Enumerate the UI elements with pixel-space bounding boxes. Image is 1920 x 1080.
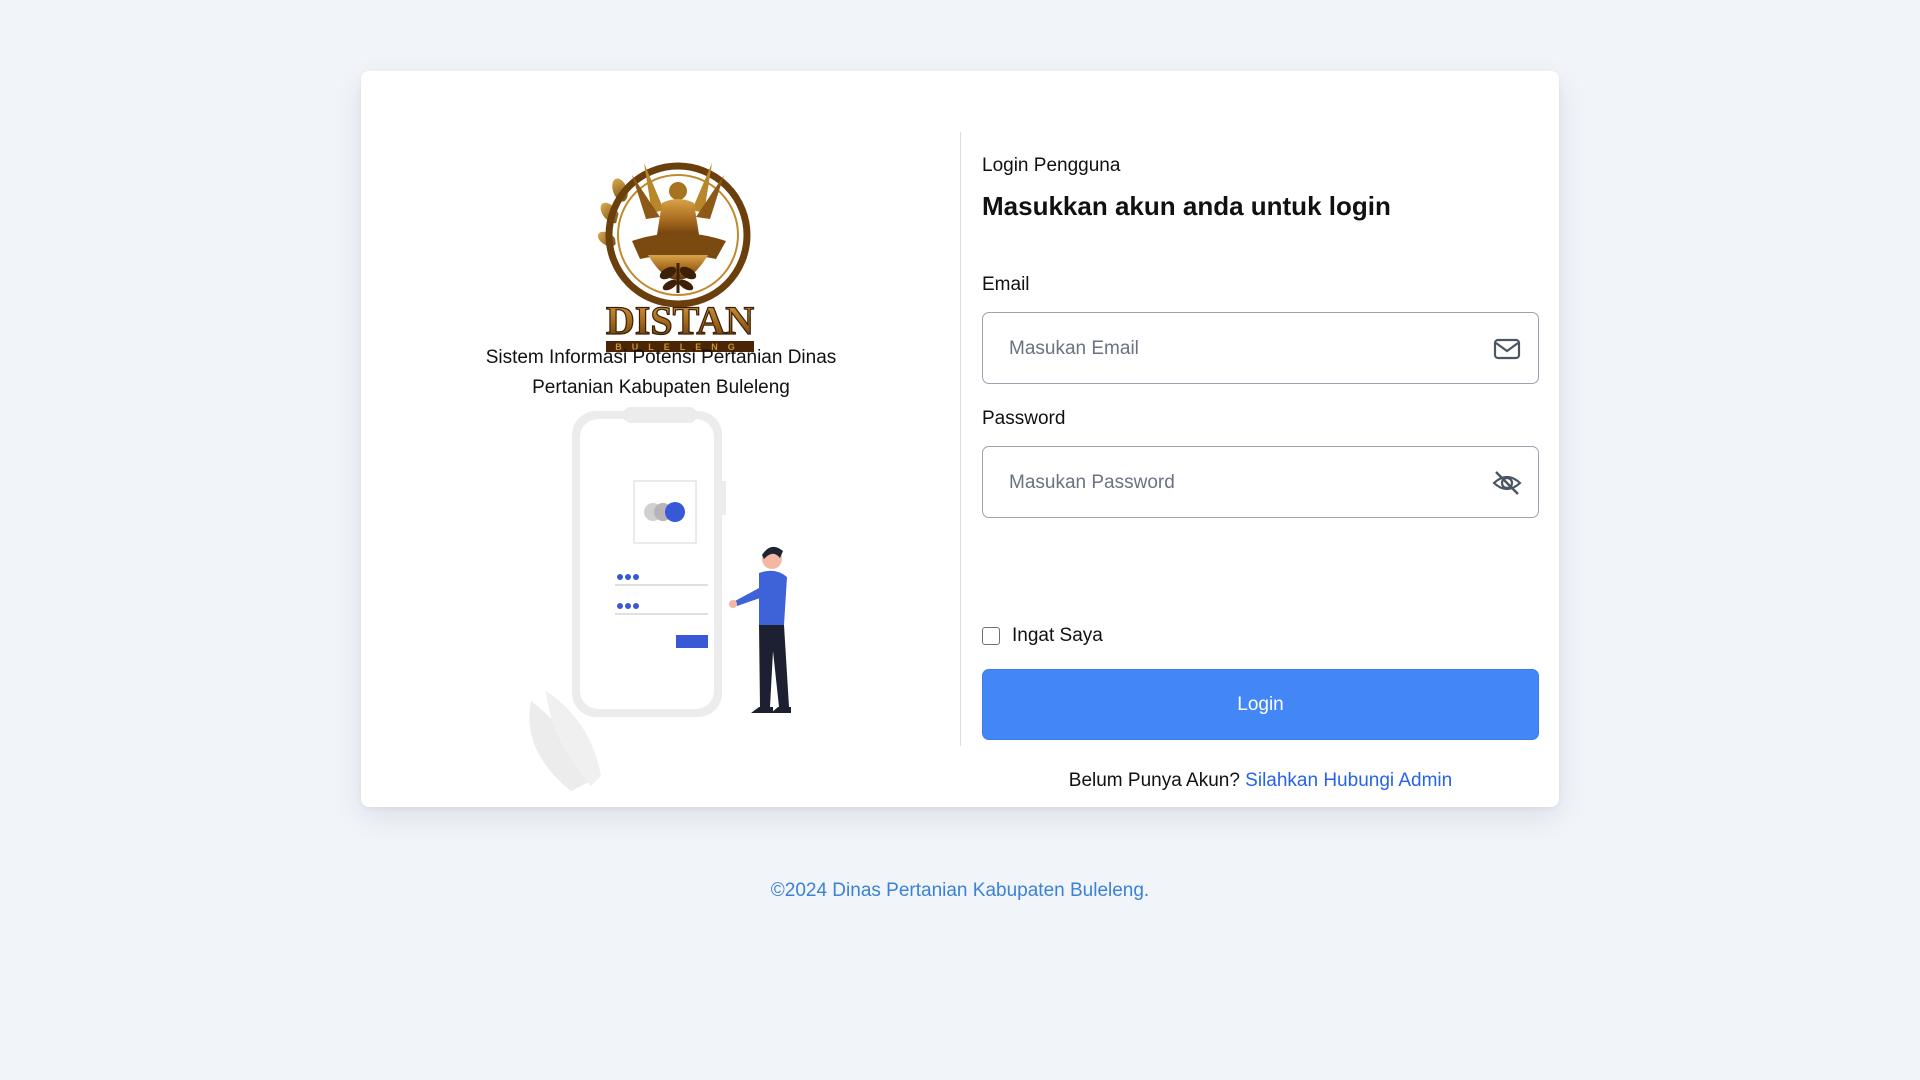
panel-divider: [960, 132, 961, 746]
signup-prompt: Belum Punya Akun? Silahkan Hubungi Admin: [982, 770, 1539, 792]
password-input[interactable]: [1007, 447, 1481, 519]
login-card: DISTAN BULELENG Sistem Informasi Potensi…: [361, 71, 1559, 807]
password-label: Password: [982, 408, 1066, 429]
remember-label: Ingat Saya: [1012, 625, 1103, 646]
login-button[interactable]: Login: [982, 669, 1539, 740]
eye-slash-icon[interactable]: [1492, 469, 1522, 497]
form-pre-title: Login Pengguna: [982, 155, 1121, 176]
login-form: Login Pengguna Masukkan akun anda untuk …: [982, 71, 1539, 807]
email-label: Email: [982, 274, 1030, 295]
remember-me[interactable]: Ingat Saya: [982, 624, 1103, 648]
password-field[interactable]: [982, 446, 1539, 519]
remember-checkbox[interactable]: [982, 627, 1000, 645]
email-input[interactable]: [1007, 313, 1481, 385]
email-field[interactable]: [982, 312, 1539, 385]
envelope-icon: [1493, 338, 1521, 360]
app-tagline: Sistem Informasi Potensi Pertanian Dinas…: [485, 347, 837, 398]
footer-copyright: ©2024 Dinas Pertanian Kabupaten Buleleng…: [770, 880, 1150, 901]
distan-logo: DISTAN BULELENG: [597, 162, 755, 352]
form-title: Masukkan akun anda untuk login: [982, 191, 1391, 221]
logo-wordmark: DISTAN: [606, 298, 754, 343]
phone-login-illustration: [529, 407, 791, 791]
brand-panel: DISTAN BULELENG Sistem Informasi Potensi…: [361, 71, 961, 807]
signup-text: Belum Punya Akun?: [1068, 770, 1246, 791]
contact-admin-link[interactable]: Silahkan Hubungi Admin: [1245, 770, 1452, 791]
